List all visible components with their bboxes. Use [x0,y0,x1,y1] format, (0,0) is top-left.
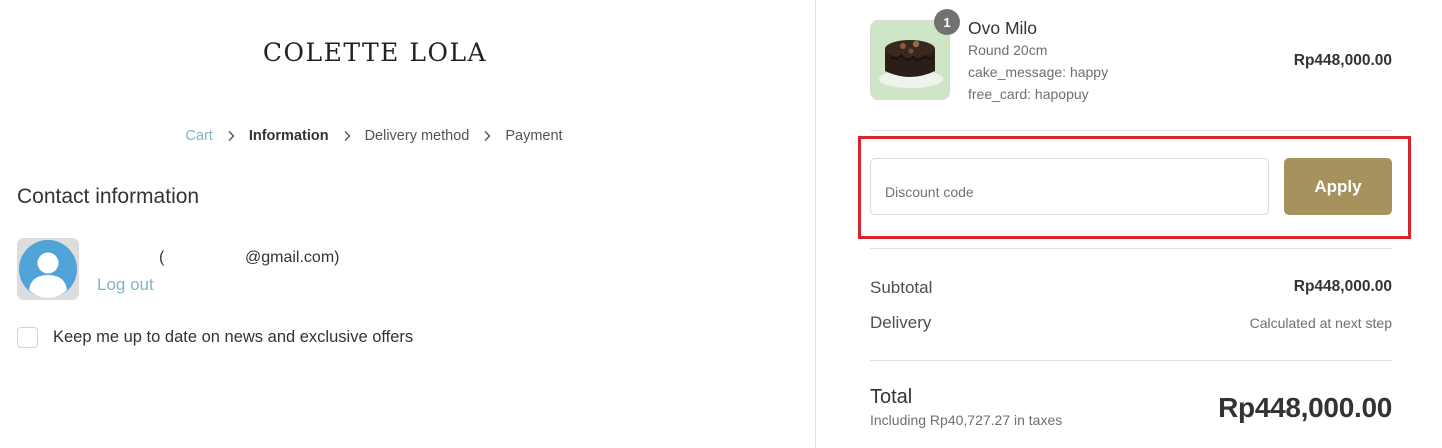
contact-email-open-paren: ( [159,249,165,266]
divider [870,360,1392,361]
brand-logo[interactable]: COLETTE LOLA [240,38,510,67]
breadcrumb-payment: Payment [505,128,563,144]
logout-link[interactable]: Log out [97,275,154,295]
delivery-label: Delivery [870,313,932,332]
user-avatar-icon [17,238,79,300]
total-label: Total [870,386,913,408]
newsletter-option: Keep me up to date on news and exclusive… [17,327,413,348]
product-name: Ovo Milo [968,18,1038,38]
chevron-right-icon [344,131,351,141]
subtotal-label: Subtotal [870,278,933,297]
product-variant: Round 20cm [968,42,1048,58]
breadcrumb-delivery-method: Delivery method [364,128,470,144]
main-content: COLETTE LOLA Cart Information Delivery m… [0,0,815,448]
divider [870,130,1392,131]
discount-code-input[interactable] [870,158,1269,215]
divider [870,248,1392,249]
product-property-free-card: free_card: hapopuy [968,86,1089,102]
order-summary: 1 Ovo Milo Round 20cm cake_message: happ… [816,0,1442,448]
taxes-note: Including Rp40,727.27 in taxes [870,412,1063,428]
breadcrumb-information: Information [248,128,329,144]
newsletter-checkbox[interactable] [17,327,38,348]
contact-information-heading: Contact information [17,185,200,208]
product-property-cake-message: cake_message: happy [968,64,1109,80]
contact-email: @gmail.com) [245,249,340,266]
chevron-right-icon [484,131,491,141]
product-price: Rp448,000.00 [1293,52,1392,69]
delivery-value: Calculated at next step [1249,315,1392,331]
subtotal-value: Rp448,000.00 [1293,278,1392,295]
total-value: Rp448,000.00 [1218,392,1392,423]
breadcrumb: Cart Information Delivery method Payment [0,128,748,144]
breadcrumb-cart[interactable]: Cart [185,128,212,144]
apply-discount-button[interactable]: Apply [1284,158,1392,215]
newsletter-label[interactable]: Keep me up to date on news and exclusive… [53,328,413,347]
quantity-badge: 1 [934,9,960,35]
chevron-right-icon [228,131,235,141]
